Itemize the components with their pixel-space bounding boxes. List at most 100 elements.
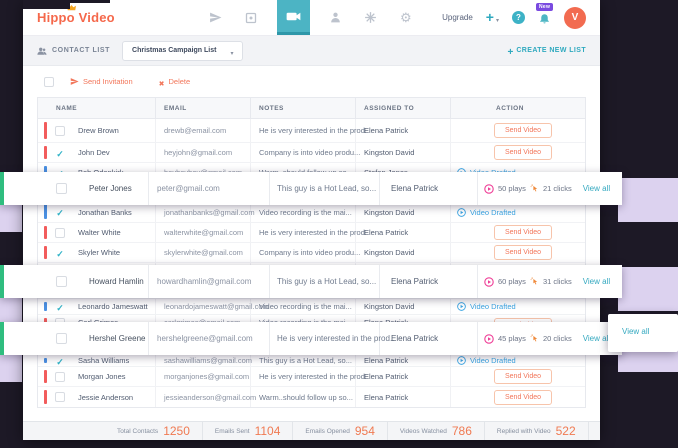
contact-name: Drew Brown — [78, 126, 119, 135]
column-header: ASSIGNED TO — [356, 98, 451, 118]
contact-list-label: CONTACT LIST — [52, 47, 110, 54]
media-library-icon[interactable] — [242, 0, 260, 35]
send-video-button[interactable]: Send Video — [494, 123, 552, 138]
contact-assigned: Elena Patrick — [364, 372, 408, 381]
stat-value: 954 — [355, 424, 375, 438]
contact-name: Hershel Greene — [89, 334, 145, 343]
deco-lavender-block — [0, 205, 22, 232]
stat-label: Videos Watched — [400, 428, 447, 435]
contact-notes: He is very interested in the prod.. — [259, 372, 369, 381]
stat-label: Emails Sent — [215, 428, 250, 435]
send-invitation-button[interactable]: Send Invitation — [70, 77, 133, 86]
row-checkbox[interactable] — [55, 126, 65, 136]
view-all-link[interactable]: View all — [583, 334, 610, 343]
clicks-count: 21 clicks — [543, 184, 572, 193]
plays-count: 50 plays — [498, 184, 526, 193]
row-checkbox[interactable] — [55, 356, 65, 366]
send-video-button[interactable]: Send Video — [494, 145, 552, 160]
table-row: Skyler White skylerwhite@gmail.com Compa… — [38, 243, 585, 263]
play-circle-icon — [484, 184, 494, 194]
row-checkbox[interactable] — [55, 207, 65, 217]
view-all-link[interactable]: View all — [622, 327, 649, 336]
row-checkbox[interactable] — [56, 276, 67, 287]
create-new-list-button[interactable]: CREATE NEW LIST — [508, 42, 587, 60]
play-circle-icon — [457, 356, 466, 365]
contact-email: morganjones@gmail.com — [164, 372, 249, 381]
video-camera-icon[interactable] — [277, 0, 310, 35]
stat-label: Replied with Video — [497, 428, 551, 435]
deco-dark-strip — [70, 0, 110, 3]
contact-email: heyjohn@gmail.com — [164, 148, 232, 157]
contact-assigned: Elena Patrick — [364, 393, 408, 402]
row-accent-bar — [44, 122, 47, 139]
contact-name: Jonathan Banks — [78, 208, 132, 217]
contact-email: walterwhite@gmail.com — [164, 228, 243, 237]
contact-name: Sasha Williams — [78, 356, 129, 365]
contact-email: howardhamlin@gmail.com — [149, 265, 270, 298]
contact-notes: This guy is a Hot Lead, so... — [270, 172, 380, 205]
bell-icon — [538, 11, 551, 25]
contact-notes: Company is into video produ... — [259, 148, 360, 157]
table-row: Jessie Anderson jessieanderson@gmail.com… — [38, 387, 585, 407]
delete-button[interactable]: Delete — [159, 73, 191, 91]
table-row: Sasha Williams sashawilliams@gmail.com T… — [38, 355, 585, 367]
paper-plane-icon — [70, 77, 79, 86]
table-row: Leonardo Jameswatt leonardojameswatt@gma… — [38, 299, 585, 315]
integrations-icon[interactable] — [362, 0, 380, 35]
main-nav: ⚙ — [207, 0, 415, 35]
highlighted-contact-row: Peter Jones peter@gmail.com This guy is … — [0, 172, 622, 205]
people-icon — [37, 46, 47, 56]
stat-value: 522 — [556, 424, 576, 438]
row-checkbox[interactable] — [55, 392, 65, 402]
play-circle-icon — [457, 208, 466, 217]
new-badge: New — [536, 3, 553, 11]
row-checkbox[interactable] — [55, 248, 65, 258]
plus-icon — [486, 9, 494, 27]
deco-lavender-block — [0, 298, 22, 325]
video-drafted-status[interactable]: Video Drafted — [457, 302, 516, 311]
send-video-button[interactable]: Send Video — [494, 225, 552, 240]
stat-label: Emails Opened — [305, 428, 349, 435]
list-selector-dropdown[interactable]: Christmas Campaign List — [122, 41, 243, 61]
send-video-button[interactable]: Send Video — [494, 369, 552, 384]
play-circle-icon — [484, 334, 494, 344]
contact-email: hershelgreene@gmail.com — [149, 322, 270, 355]
contacts-icon[interactable] — [327, 0, 345, 35]
row-checkbox[interactable] — [55, 372, 65, 382]
contact-name: John Dev — [78, 148, 110, 157]
row-checkbox[interactable] — [56, 333, 67, 344]
table-row: Walter White walterwhite@gmail.com He is… — [38, 223, 585, 243]
contact-assigned: Elena Patrick — [364, 228, 408, 237]
table-row: Morgan Jones morganjones@gmail.com He is… — [38, 367, 585, 387]
user-avatar[interactable]: V — [564, 7, 586, 29]
paper-plane-icon[interactable] — [207, 0, 225, 35]
contact-email: skylerwhite@gmail.com — [164, 248, 243, 257]
row-checkbox[interactable] — [56, 183, 67, 194]
notifications-bell[interactable]: New — [538, 11, 551, 25]
send-video-button[interactable]: Send Video — [494, 390, 552, 405]
quick-add-button[interactable] — [486, 9, 499, 27]
row-checkbox[interactable] — [55, 302, 65, 312]
contact-notes: Company is into video produ... — [259, 248, 360, 257]
view-all-link[interactable]: View all — [583, 277, 610, 286]
settings-gear-icon[interactable]: ⚙ — [397, 0, 415, 35]
send-video-button[interactable]: Send Video — [494, 245, 552, 260]
clicks-count: 20 clicks — [543, 334, 572, 343]
contact-assigned: Elena Patrick — [380, 172, 478, 205]
contact-email: jonathanbanks@gmail.com — [164, 208, 255, 217]
row-checkbox[interactable] — [55, 228, 65, 238]
contact-name: Jessie Anderson — [78, 393, 133, 402]
view-all-link[interactable]: View all — [583, 184, 610, 193]
video-drafted-status[interactable]: Video Drafted — [457, 356, 516, 365]
row-checkbox[interactable] — [55, 148, 65, 158]
contact-assigned: Kingston David — [364, 148, 414, 157]
hippo-video-logo[interactable]: Hippo Video — [37, 10, 115, 25]
video-drafted-status[interactable]: Video Drafted — [457, 208, 516, 217]
upgrade-link[interactable]: Upgrade — [442, 13, 473, 22]
contact-list-bar: CONTACT LIST Christmas Campaign List CRE… — [23, 36, 600, 66]
plays-count: 45 plays — [498, 334, 526, 343]
column-header: NOTES — [251, 98, 356, 118]
help-button[interactable]: ? — [512, 11, 525, 24]
select-all-checkbox[interactable] — [44, 77, 54, 87]
deco-dark-strip — [23, 0, 70, 9]
